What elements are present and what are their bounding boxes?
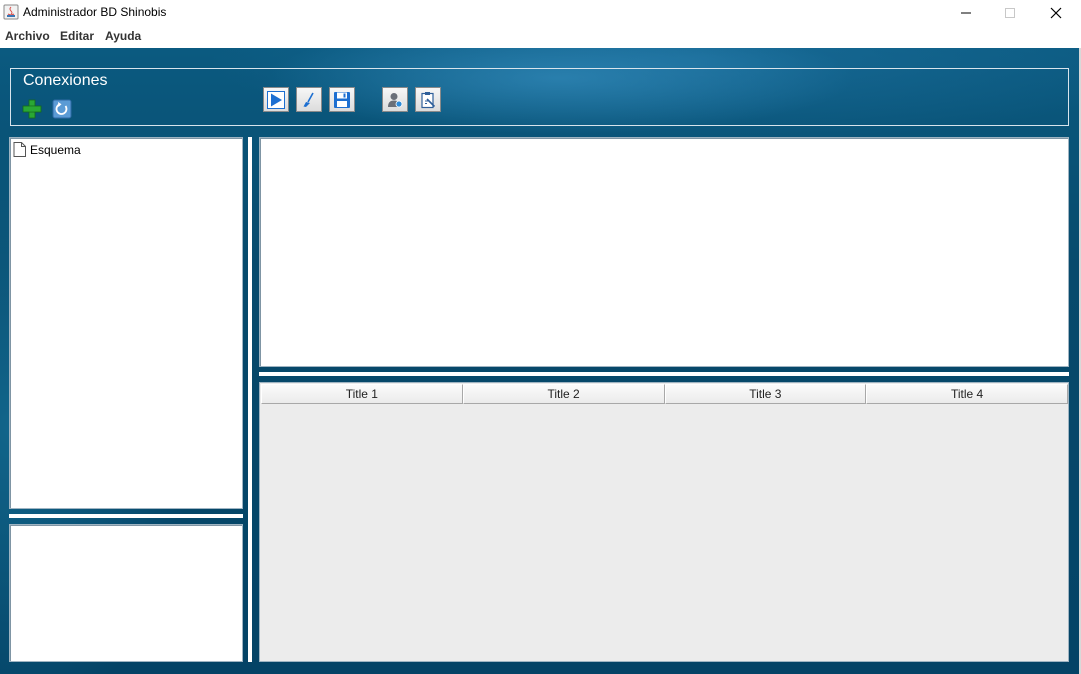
tree-node-label: Esquema	[30, 142, 81, 157]
maximize-button[interactable]	[987, 0, 1033, 25]
column-header-3[interactable]: Title 3	[664, 384, 867, 404]
menu-bar: Archivo Editar Ayuda	[0, 25, 1081, 48]
save-icon	[334, 91, 350, 108]
clear-button[interactable]	[296, 87, 322, 112]
column-header-1[interactable]: Title 1	[261, 384, 463, 404]
main-content: Conexiones Esquema Title 1 Title 2 Title…	[0, 48, 1079, 674]
table-header: Title 1 Title 2 Title 3 Title 4	[261, 384, 1068, 404]
menu-archivo[interactable]: Archivo	[5, 29, 50, 43]
window-titlebar: Administrador BD Shinobis	[0, 0, 1081, 25]
tree-node-esquema[interactable]: Esquema	[13, 142, 81, 157]
minimize-icon	[961, 12, 971, 13]
query-editor[interactable]	[259, 137, 1069, 367]
window-title: Administrador BD Shinobis	[23, 5, 167, 19]
java-app-icon[interactable]	[3, 4, 19, 20]
run-icon	[267, 90, 285, 109]
conexiones-panel: Conexiones	[10, 68, 1069, 126]
clear-icon	[303, 92, 314, 107]
right-split-divider[interactable]	[259, 372, 1069, 376]
user-icon	[388, 92, 403, 107]
column-header-4[interactable]: Title 4	[866, 384, 1068, 404]
document-icon	[13, 142, 26, 157]
conexiones-title: Conexiones	[23, 72, 108, 89]
users-button[interactable]	[382, 87, 408, 112]
clipboard-icon	[421, 91, 436, 108]
column-header-2[interactable]: Title 2	[462, 384, 665, 404]
left-split-divider[interactable]	[9, 514, 243, 518]
minimize-button[interactable]	[943, 0, 989, 25]
add-connection-button[interactable]	[21, 98, 43, 120]
save-button[interactable]	[329, 87, 355, 112]
schema-tree-panel[interactable]: Esquema	[9, 137, 243, 509]
close-button[interactable]	[1033, 0, 1079, 25]
add-icon	[22, 99, 42, 119]
execute-button[interactable]	[263, 87, 289, 112]
left-bottom-panel	[9, 524, 243, 662]
menu-ayuda[interactable]: Ayuda	[105, 29, 141, 43]
vertical-split-divider[interactable]	[248, 137, 252, 662]
menu-editar[interactable]: Editar	[60, 29, 94, 43]
refresh-icon	[52, 99, 72, 119]
close-icon	[1050, 7, 1062, 18]
maximize-icon	[1005, 7, 1015, 18]
report-button[interactable]	[415, 87, 441, 112]
results-table[interactable]: Title 1 Title 2 Title 3 Title 4	[259, 382, 1069, 662]
refresh-connections-button[interactable]	[51, 98, 73, 120]
